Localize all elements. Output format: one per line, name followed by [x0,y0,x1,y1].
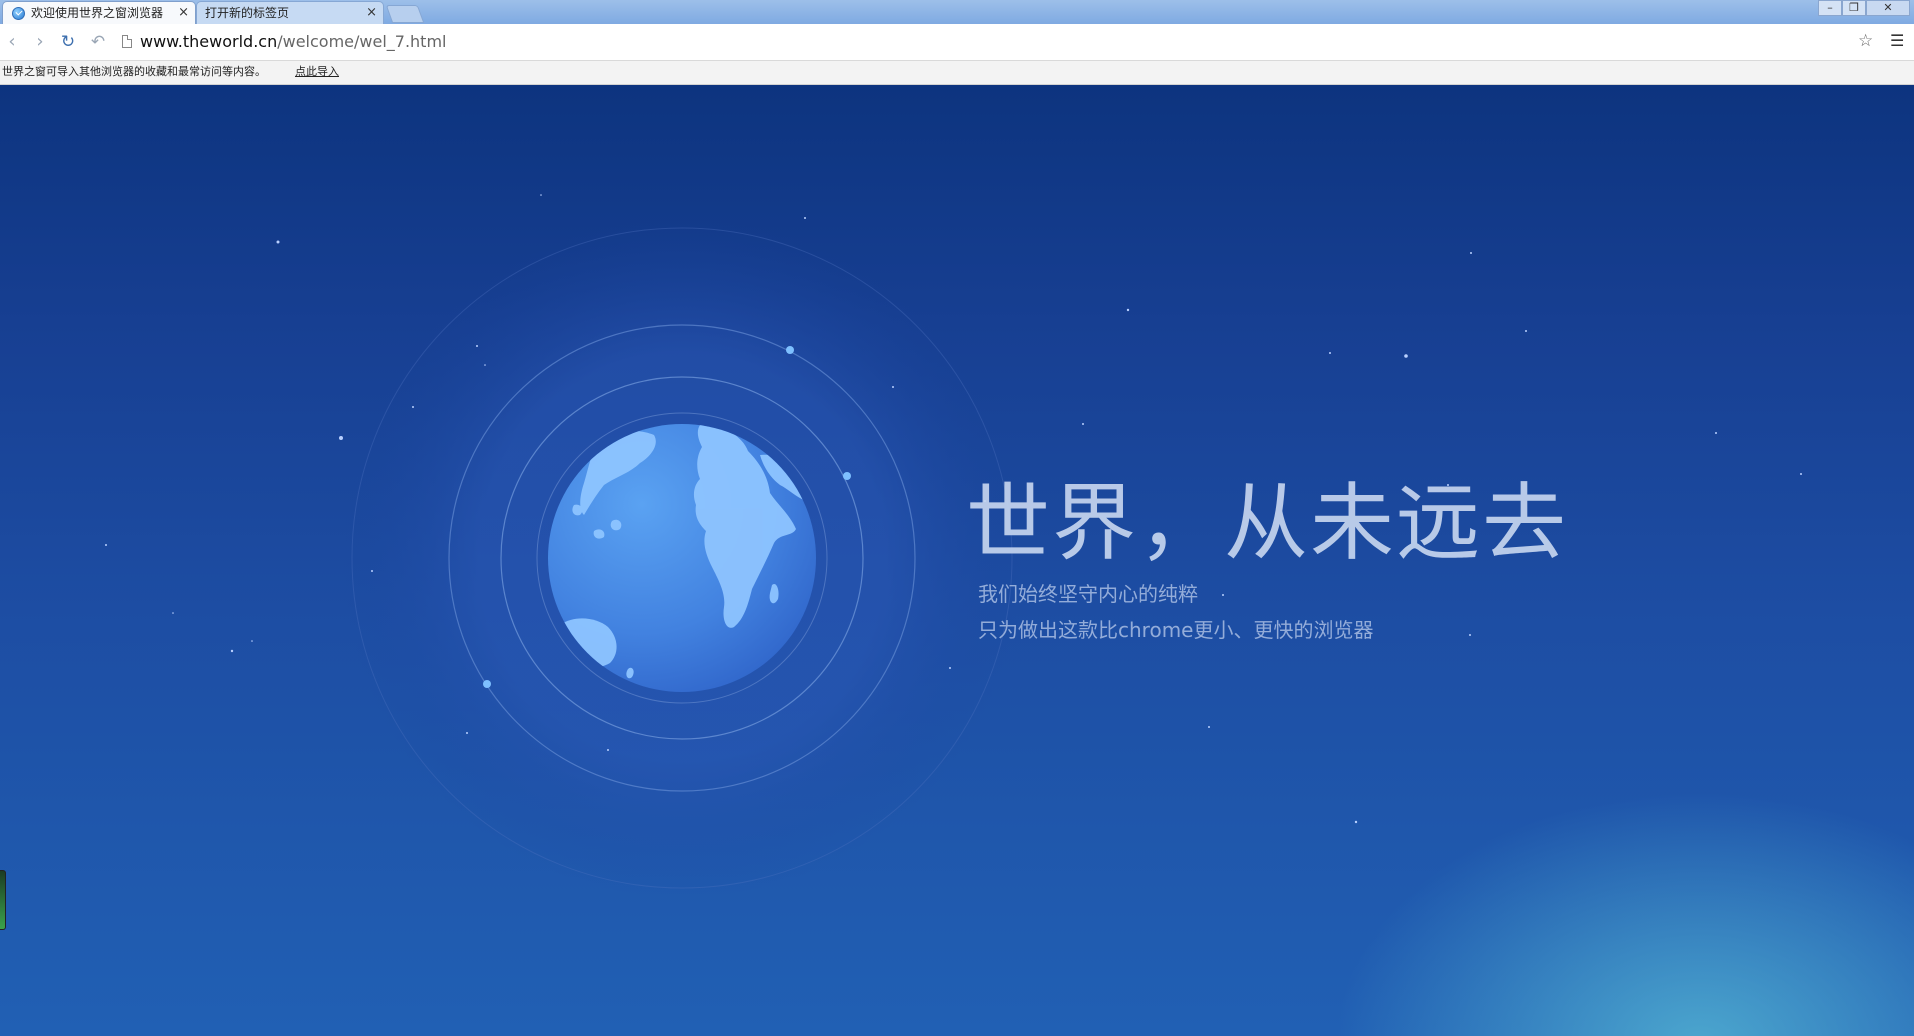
maximize-button[interactable]: ❐ [1842,0,1866,16]
undo-icon[interactable]: ↶ [88,32,108,52]
globe-icon [548,424,816,692]
url-host: www.theworld.cn [140,32,278,51]
page-icon [122,35,132,48]
hero-headline: 世界，从未远去 [966,474,1569,572]
orbit-dot [786,346,794,354]
tab-close-icon[interactable]: × [366,2,377,24]
star-icon[interactable]: ☆ [1858,31,1873,51]
forward-icon[interactable]: › [30,32,50,52]
url-path: /welcome/wel_7.html [277,32,447,51]
back-icon[interactable]: ‹ [2,32,22,52]
tab-title: 欢迎使用世界之窗浏览器 [31,6,164,20]
hero-subtitle-line1: 我们始终坚守内心的纯粹 [978,582,1198,606]
browser-toolbar: ‹ › ↻ ↶ www.theworld.cn/welcome/wel_7.ht… [0,24,1914,61]
infobar-message: 世界之窗可导入其他浏览器的收藏和最常访问等内容。 [2,65,266,78]
welcome-page: 世界，从未远去 我们始终坚守内心的纯粹 只为做出这款比chrome更小、更快的浏… [0,85,1914,1036]
new-tab-button[interactable] [385,5,425,23]
tab-welcome[interactable]: 欢迎使用世界之窗浏览器 × [2,1,196,24]
minimize-button[interactable]: – [1818,0,1842,16]
tab-title: 打开新的标签页 [205,6,290,20]
import-infobar: 世界之窗可导入其他浏览器的收藏和最常访问等内容。 点此导入 [0,61,1914,85]
tab-strip: 欢迎使用世界之窗浏览器 × 打开新的标签页 × – ❐ ✕ [0,0,1914,25]
close-window-button[interactable]: ✕ [1866,0,1910,16]
tab-new-tab[interactable]: 打开新的标签页 × [196,1,384,24]
hero-subtitle-line2: 只为做出这款比chrome更小、更快的浏览器 [978,618,1374,642]
menu-icon[interactable]: ☰ [1890,31,1904,50]
side-widget-handle[interactable] [0,870,6,930]
address-bar[interactable]: www.theworld.cn/welcome/wel_7.html [140,31,446,53]
import-link[interactable]: 点此导入 [295,61,339,83]
theworld-favicon-icon [12,7,25,20]
orbit-dot [843,472,851,480]
orbit-dot [483,680,491,688]
reload-icon[interactable]: ↻ [58,32,78,52]
tab-close-icon[interactable]: × [178,2,189,24]
globe-scene [105,194,1802,898]
